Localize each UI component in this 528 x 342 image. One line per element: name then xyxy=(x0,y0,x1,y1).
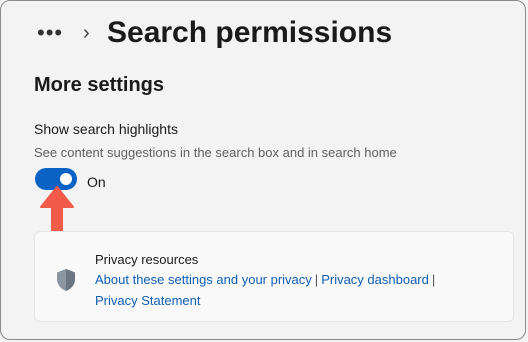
privacy-statement-link[interactable]: Privacy Statement xyxy=(95,293,201,308)
privacy-links-row: About these settings and your privacy | Pr… xyxy=(95,272,438,287)
section-title: More settings xyxy=(34,74,165,96)
page-title: Search permissions xyxy=(107,16,393,49)
privacy-links-row: Privacy Statement xyxy=(95,293,201,308)
about-settings-privacy-link[interactable]: About these settings and your privacy xyxy=(95,272,312,287)
privacy-dashboard-link[interactable]: Privacy dashboard xyxy=(321,272,429,287)
toggle-knob xyxy=(60,173,72,185)
setting-name: Show search highlights xyxy=(34,121,178,137)
link-separator: | xyxy=(314,272,319,287)
privacy-resources-heading: Privacy resources xyxy=(95,252,199,267)
chevron-right-icon: › xyxy=(83,22,90,44)
shield-icon xyxy=(57,269,75,291)
toggle-state-label: On xyxy=(87,174,106,190)
privacy-resources-card: Privacy resources About these settings a… xyxy=(34,231,514,322)
more-options-button[interactable]: ••• xyxy=(37,22,63,44)
setting-description: See content suggestions in the search bo… xyxy=(34,145,397,160)
settings-window: ••• › Search permissions More settings S… xyxy=(0,0,526,340)
link-separator: | xyxy=(431,272,436,287)
